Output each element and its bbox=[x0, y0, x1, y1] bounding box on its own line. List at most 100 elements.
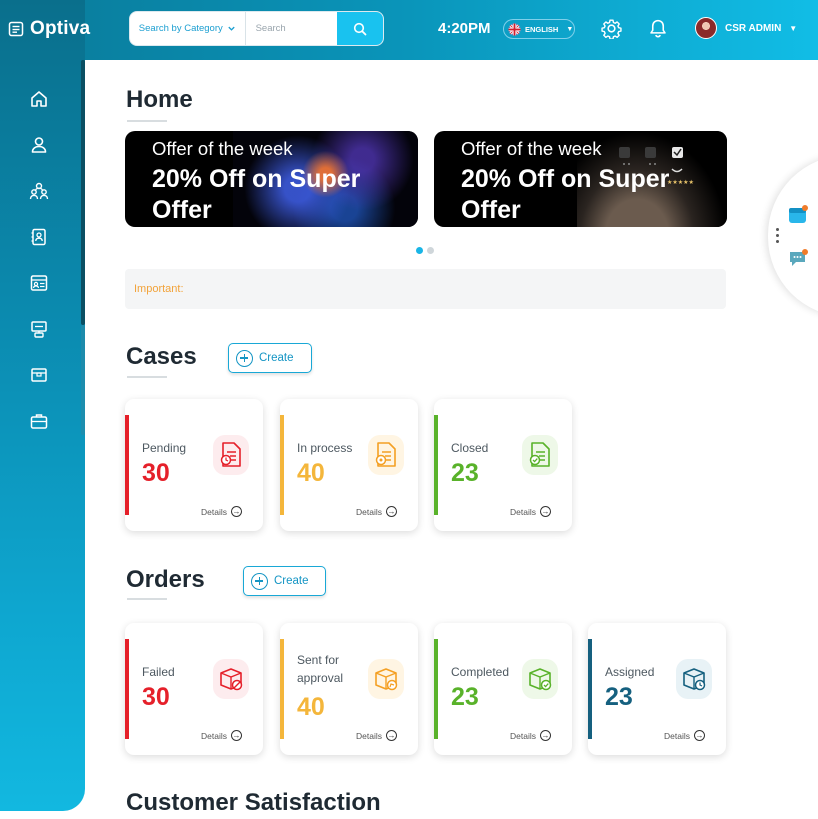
title-underline bbox=[127, 598, 167, 600]
card-count: 23 bbox=[451, 683, 479, 711]
arrow-right-circle-icon: → bbox=[230, 730, 242, 741]
order-card-completed[interactable]: Completed 23 Details → bbox=[434, 623, 572, 755]
sidebar-item-users-group[interactable] bbox=[28, 180, 50, 202]
search-bar: Search by Category bbox=[129, 11, 384, 46]
sidebar-item-id-card[interactable] bbox=[28, 272, 50, 294]
search-category-dropdown[interactable]: Search by Category bbox=[130, 12, 246, 45]
in-process-document-icon bbox=[368, 435, 404, 475]
sidebar-scrollbar-thumb[interactable] bbox=[81, 60, 85, 325]
notifications-button[interactable] bbox=[648, 18, 668, 44]
card-count: 23 bbox=[451, 459, 479, 487]
sidebar bbox=[0, 0, 85, 811]
card-count: 30 bbox=[142, 459, 170, 487]
card-count: 23 bbox=[605, 683, 633, 711]
chat-icon bbox=[790, 249, 808, 266]
id-card-icon bbox=[30, 275, 48, 291]
chat-shortcut-button[interactable] bbox=[787, 247, 809, 269]
details-label: Details bbox=[510, 730, 536, 741]
store-icon bbox=[31, 368, 47, 382]
status-bar bbox=[280, 415, 284, 515]
order-card-failed[interactable]: Failed 30 Details → bbox=[125, 623, 263, 755]
banner-headline: 20% Off on Super Offer bbox=[152, 165, 361, 224]
clock-time: 4:20PM bbox=[438, 20, 491, 37]
user-menu[interactable]: CSR ADMIN ▼ bbox=[695, 17, 797, 39]
arrow-right-circle-icon: → bbox=[539, 730, 551, 741]
home-icon bbox=[31, 91, 47, 107]
users-group-icon bbox=[29, 182, 49, 200]
card-label: Failed bbox=[142, 665, 175, 679]
details-link[interactable]: Details → bbox=[510, 730, 551, 741]
search-category-label: Search by Category bbox=[138, 23, 223, 34]
search-icon bbox=[353, 22, 367, 35]
completed-package-icon bbox=[522, 659, 558, 699]
status-bar bbox=[588, 639, 592, 739]
closed-document-icon bbox=[522, 435, 558, 475]
create-label: Create bbox=[259, 352, 294, 364]
language-selector[interactable]: ENGLISH ▼ bbox=[503, 19, 575, 39]
page-title: Home bbox=[126, 86, 193, 113]
details-link[interactable]: Details → bbox=[510, 506, 551, 517]
gear-icon bbox=[601, 19, 622, 40]
card-label: Closed bbox=[451, 441, 489, 455]
case-card-closed[interactable]: Closed 23 Details → bbox=[434, 399, 572, 531]
order-card-sent-for-approval[interactable]: Sent for approval 40 Details → bbox=[280, 623, 418, 755]
uk-flag-icon bbox=[508, 22, 521, 36]
contact-book-icon bbox=[31, 228, 46, 246]
create-order-button[interactable]: Create bbox=[243, 566, 326, 596]
card-count: 40 bbox=[297, 459, 325, 487]
sidebar-item-briefcase[interactable] bbox=[28, 410, 50, 432]
avatar bbox=[695, 17, 717, 39]
status-bar bbox=[125, 639, 129, 739]
details-link[interactable]: Details → bbox=[201, 730, 242, 741]
sidebar-item-monitor[interactable] bbox=[28, 318, 50, 340]
card-label: Assigned bbox=[605, 665, 655, 679]
status-bar bbox=[125, 415, 129, 515]
arrow-right-circle-icon: → bbox=[385, 730, 397, 741]
card-label: In process bbox=[297, 441, 353, 455]
order-card-assigned[interactable]: Assigned 23 Details → bbox=[588, 623, 726, 755]
details-link[interactable]: Details → bbox=[356, 506, 397, 517]
details-link[interactable]: Details → bbox=[664, 730, 705, 741]
status-bar bbox=[280, 639, 284, 739]
status-bar bbox=[434, 639, 438, 739]
important-notice: Important: bbox=[125, 269, 726, 309]
carousel-dot-active[interactable] bbox=[416, 247, 423, 254]
plus-circle-icon bbox=[251, 572, 268, 590]
calendar-icon bbox=[789, 205, 808, 223]
arrow-right-circle-icon: → bbox=[230, 506, 242, 517]
card-label: Sent for approval bbox=[297, 653, 344, 685]
details-link[interactable]: Details → bbox=[201, 506, 242, 517]
create-case-button[interactable]: Create bbox=[228, 343, 312, 373]
failed-package-icon bbox=[213, 659, 249, 699]
offer-banner-1[interactable]: Offer of the week 20% Off on Super Offer bbox=[125, 131, 418, 227]
details-link[interactable]: Details → bbox=[356, 730, 397, 741]
banner-subtitle: Offer of the week bbox=[152, 138, 293, 159]
caret-down-icon: ▼ bbox=[566, 25, 574, 33]
sidebar-item-contacts[interactable] bbox=[28, 226, 50, 248]
plus-circle-icon bbox=[236, 349, 253, 367]
calendar-shortcut-button[interactable] bbox=[787, 204, 809, 226]
carousel-dot[interactable] bbox=[427, 247, 434, 254]
customer-satisfaction-title: Customer Satisfaction bbox=[126, 789, 381, 816]
offer-banner-2[interactable]: ★★★★★ Offer of the week 20% Off on Super… bbox=[434, 131, 727, 227]
app-logo[interactable]: Optiva bbox=[8, 18, 90, 40]
drag-handle-icon[interactable] bbox=[776, 228, 779, 243]
briefcase-icon bbox=[30, 414, 48, 429]
sidebar-item-store[interactable] bbox=[28, 364, 50, 386]
case-card-in-process[interactable]: In process 40 Details → bbox=[280, 399, 418, 531]
monitor-stack-icon bbox=[31, 321, 47, 338]
arrow-right-circle-icon: → bbox=[385, 506, 397, 517]
settings-button[interactable] bbox=[601, 18, 622, 44]
details-label: Details bbox=[510, 506, 536, 517]
sidebar-item-home[interactable] bbox=[28, 88, 50, 110]
case-card-pending[interactable]: Pending 30 Details → bbox=[125, 399, 263, 531]
sidebar-scrollbar-track[interactable] bbox=[81, 325, 85, 435]
banner-headline: 20% Off on Super Offer bbox=[461, 165, 670, 224]
sidebar-item-user[interactable] bbox=[28, 134, 50, 156]
create-label: Create bbox=[274, 575, 309, 587]
document-logo-icon bbox=[8, 21, 24, 37]
search-button[interactable] bbox=[336, 12, 383, 45]
search-input[interactable] bbox=[245, 12, 337, 45]
language-label: ENGLISH bbox=[525, 24, 559, 34]
card-label: Pending bbox=[142, 441, 187, 455]
